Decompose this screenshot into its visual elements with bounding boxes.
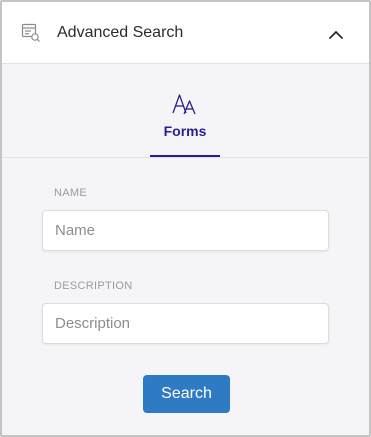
font-forms-icon [172, 93, 198, 117]
advanced-search-panel: Advanced Search Forms NAME DESCRIPTION S… [0, 0, 371, 437]
search-list-icon [21, 23, 41, 43]
description-field-label: DESCRIPTION [54, 280, 133, 292]
tab-forms-label: Forms [163, 123, 207, 139]
collapse-button[interactable] [324, 23, 348, 45]
panel-title: Advanced Search [57, 24, 184, 41]
name-input[interactable] [42, 210, 329, 251]
tab-divider [2, 157, 369, 158]
tab-forms[interactable]: Forms [150, 87, 220, 157]
name-field-label: NAME [54, 187, 87, 199]
panel-header: Advanced Search [2, 2, 369, 64]
search-button[interactable]: Search [143, 375, 230, 413]
description-input[interactable] [42, 303, 329, 344]
chevron-up-icon [329, 31, 343, 39]
